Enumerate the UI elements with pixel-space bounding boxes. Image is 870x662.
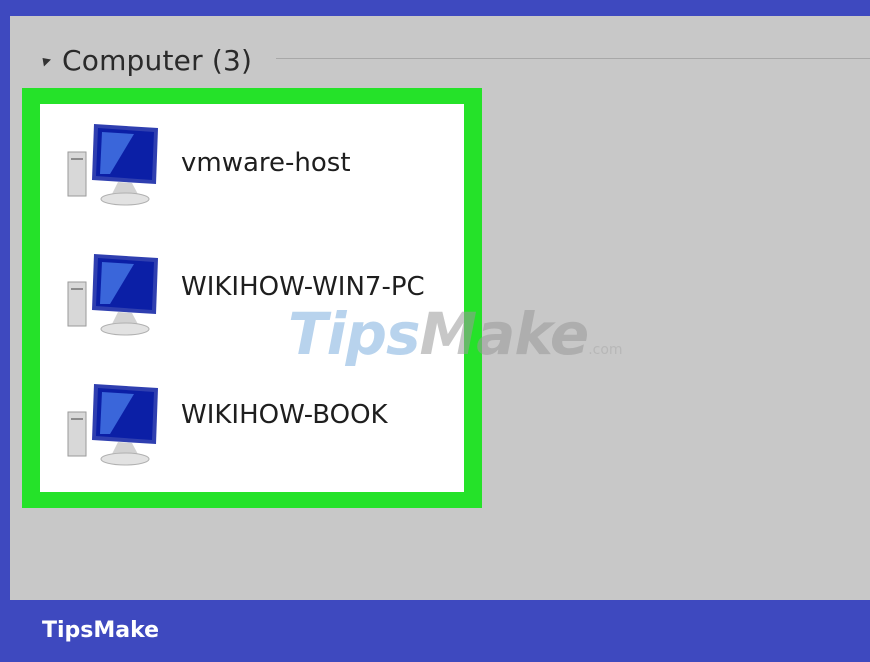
group-header[interactable]: Computer (3) <box>36 42 252 78</box>
computer-icon <box>67 384 158 466</box>
computer-item[interactable]: vmware-host <box>40 110 464 210</box>
computer-item[interactable]: WIKIHOW-WIN7-PC <box>40 240 464 340</box>
brand-label: TipsMake <box>42 618 160 643</box>
computer-item[interactable]: WIKIHOW-BOOK <box>40 370 464 470</box>
computer-icon <box>67 124 158 206</box>
computer-name: WIKIHOW-BOOK <box>181 400 388 430</box>
group-divider <box>276 58 870 59</box>
computer-name: vmware-host <box>181 148 351 178</box>
computer-icon <box>67 254 158 336</box>
collapse-arrow-icon[interactable] <box>38 53 52 67</box>
footer-bar: TipsMake <box>0 600 870 662</box>
group-title: Computer (3) <box>62 43 253 77</box>
computer-list: vmware-host WIKIHOW-WIN7-PC WIKIHOW-BOOK <box>40 104 464 492</box>
computer-name: WIKIHOW-WIN7-PC <box>181 272 425 302</box>
